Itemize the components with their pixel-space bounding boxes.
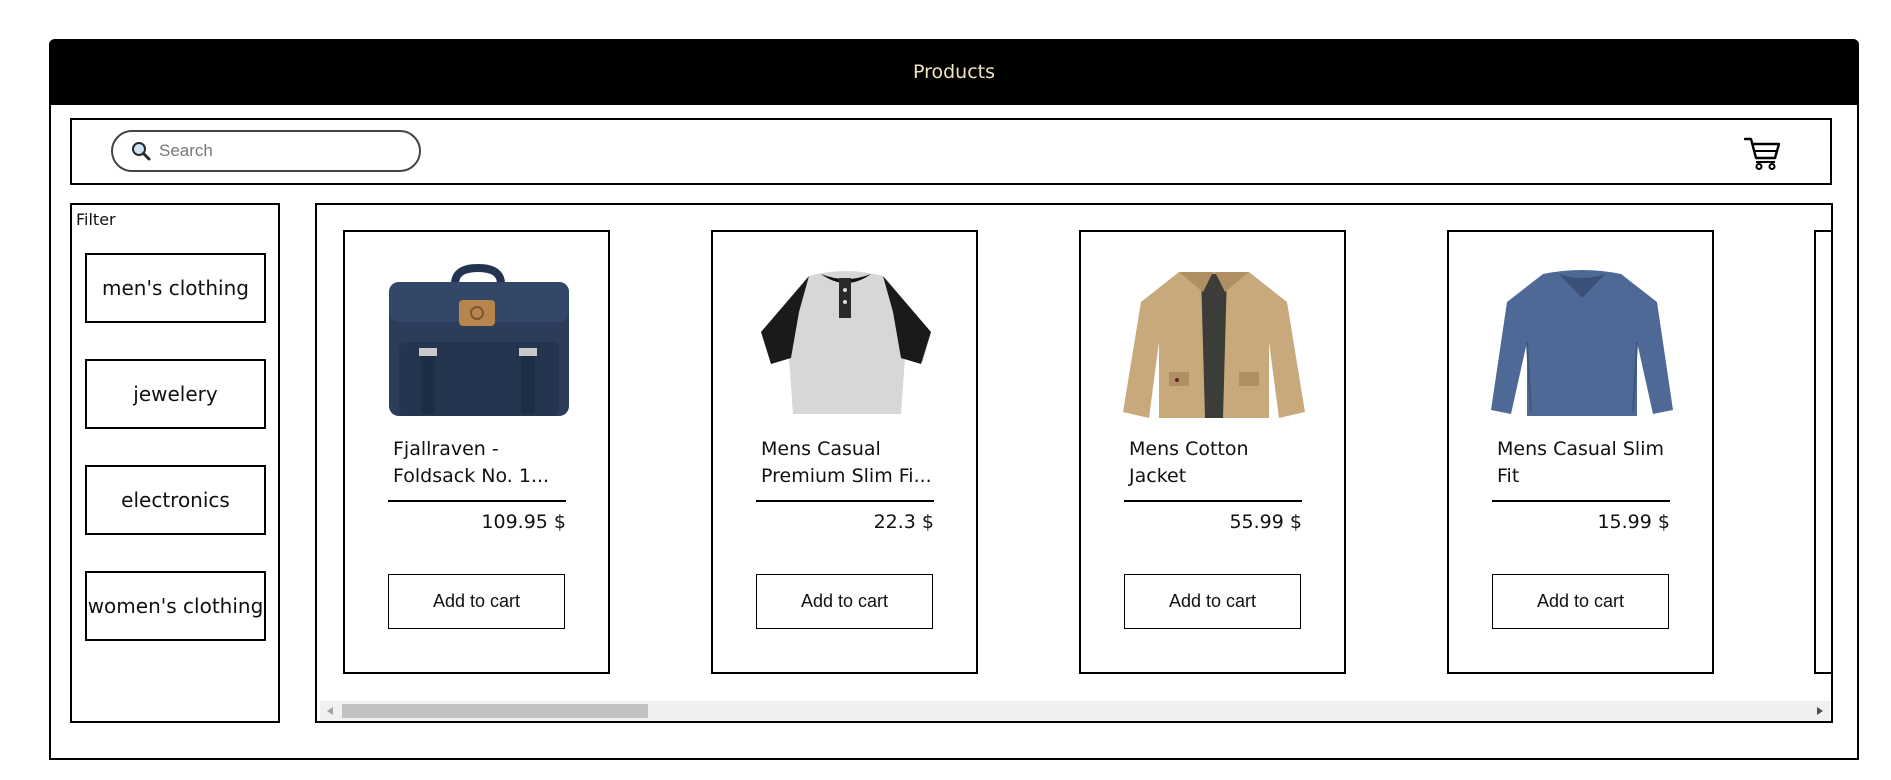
product-card-partial — [1814, 230, 1831, 674]
search-box[interactable] — [111, 130, 421, 172]
filter-button-jewelery[interactable]: jewelery — [85, 359, 266, 429]
product-price: 22.3 $ — [873, 511, 934, 533]
product-name: Mens Casual Premium Slim Fi... — [761, 438, 932, 487]
horizontal-scrollbar[interactable] — [320, 701, 1830, 721]
search-panel — [70, 118, 1832, 185]
scrollbar-thumb[interactable] — [342, 704, 648, 718]
search-icon — [132, 142, 151, 161]
product-price: 109.95 $ — [481, 511, 566, 533]
divider — [756, 500, 934, 502]
divider — [1492, 500, 1670, 502]
page-title: Products — [912, 61, 996, 83]
filter-button-womens-clothing[interactable]: women's clothing — [85, 571, 266, 641]
product-image-raglan-tshirt — [761, 271, 931, 414]
product-price: 55.99 $ — [1229, 511, 1302, 533]
product-price: 15.99 $ — [1597, 511, 1670, 533]
product-image-jacket — [1123, 272, 1305, 418]
filter-label: Filter — [76, 210, 116, 229]
add-to-cart-button[interactable]: Add to cart — [388, 574, 565, 629]
product-card: Mens Casual Slim Fit 15.99 $ Add to cart — [1447, 230, 1714, 674]
product-card: Fjallraven - Foldsack No. 1... 109.95 $ … — [343, 230, 610, 674]
product-name: Mens Casual Slim Fit — [1497, 438, 1665, 487]
products-panel: Fjallraven - Foldsack No. 1... 109.95 $ … — [315, 203, 1833, 723]
add-to-cart-button[interactable]: Add to cart — [1492, 574, 1669, 629]
product-name: Mens Cotton Jacket — [1129, 438, 1249, 487]
product-card: Mens Casual Premium Slim Fi... 22.3 $ Ad… — [711, 230, 978, 674]
divider — [1124, 500, 1302, 502]
product-card: Mens Cotton Jacket 55.99 $ Add to cart — [1079, 230, 1346, 674]
filter-button-electronics[interactable]: electronics — [85, 465, 266, 535]
title-bar: Products — [49, 39, 1859, 105]
divider — [388, 500, 566, 502]
product-name: Fjallraven - Foldsack No. 1... — [393, 438, 550, 487]
add-to-cart-button[interactable]: Add to cart — [1124, 574, 1301, 629]
product-image-backpack — [389, 263, 569, 416]
scroll-right-arrow-icon[interactable] — [1817, 707, 1823, 715]
add-to-cart-button[interactable]: Add to cart — [756, 574, 933, 629]
cart-icon[interactable] — [1744, 136, 1780, 170]
search-input[interactable] — [159, 141, 419, 161]
filter-button-mens-clothing[interactable]: men's clothing — [85, 253, 266, 323]
filter-panel: Filter men's clothing jewelery electroni… — [70, 203, 280, 723]
product-image-longsleeve-tshirt — [1491, 270, 1673, 416]
scroll-left-arrow-icon[interactable] — [327, 707, 333, 715]
